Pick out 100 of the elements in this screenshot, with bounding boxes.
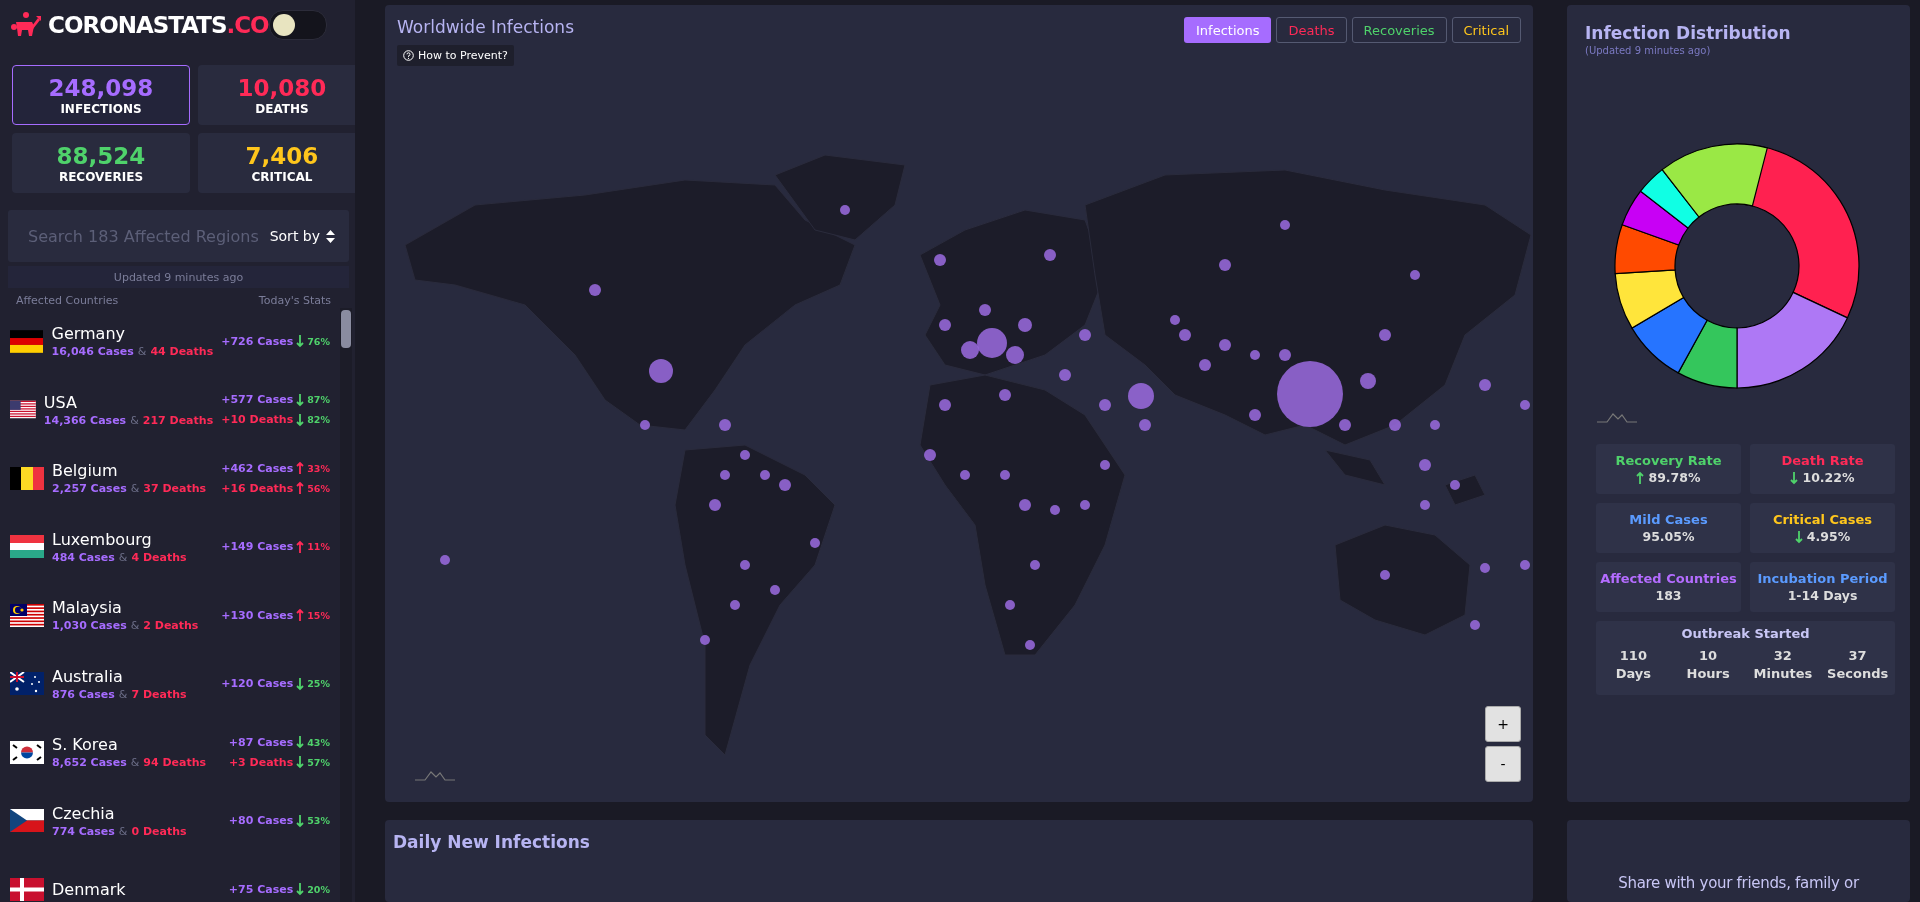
case-count: 774 Cases [52, 824, 115, 838]
donut-slice [1614, 269, 1685, 329]
death-count: 217 Deaths [142, 413, 214, 427]
search-field[interactable]: Search 183 Affected Regions [28, 226, 262, 246]
sort-button[interactable]: Sort by [269, 228, 335, 244]
country-name[interactable]: Belgium [52, 461, 214, 481]
country-name[interactable]: Luxembourg [52, 529, 214, 549]
death-count: 4 Deaths [131, 550, 187, 564]
tab[interactable]: Recoveries [1351, 17, 1447, 43]
stat-value: 248,098 [48, 74, 154, 102]
death-count: 94 Deaths [143, 756, 207, 770]
countdown-value: 32 [1773, 647, 1792, 665]
case-count: 8,652 Cases [52, 756, 127, 770]
metric-label: Incubation Period [1757, 571, 1888, 586]
sort-icon [326, 229, 335, 243]
theme-toggle[interactable] [269, 10, 327, 40]
wave-icon [415, 770, 455, 782]
change-percent: 76% [307, 335, 330, 347]
search-bar[interactable]: Search 183 Affected Regions Sort by [8, 210, 349, 262]
metric-value: 183 [1655, 588, 1682, 603]
stat-card[interactable]: 7,406 CRITICAL [198, 133, 355, 193]
case-count: 2,257 Cases [52, 482, 127, 496]
case-count: 484 Cases [52, 550, 115, 564]
tab[interactable]: Deaths [1276, 17, 1347, 43]
separator: & [130, 619, 140, 633]
share-text: Share with your friends, family or [1617, 874, 1861, 892]
country-name[interactable]: Denmark [52, 879, 221, 899]
change-percent: 20% [307, 883, 330, 895]
stat-value: 10,080 [237, 74, 327, 102]
new-deaths: +3 Deaths [228, 755, 294, 769]
death-count: 37 Deaths [143, 482, 207, 496]
column-header: Today's Stats [258, 294, 331, 307]
countdown-unit: Days [1615, 665, 1652, 683]
stat-label: CRITICAL [251, 170, 313, 184]
separator: & [130, 756, 140, 770]
new-deaths: +10 Deaths [221, 413, 294, 427]
change-percent: 53% [307, 815, 330, 827]
new-cases: +80 Cases [228, 814, 294, 828]
change-percent: 25% [307, 678, 330, 690]
metric-label: Affected Countries [1600, 571, 1737, 586]
country-name[interactable]: Germany [51, 324, 214, 344]
wave-icon [1597, 412, 1637, 424]
country-name[interactable]: USA [43, 392, 214, 412]
metric-value: 95.05% [1642, 529, 1695, 544]
countdown-value: 110 [1619, 647, 1647, 665]
scrollbar-thumb[interactable] [341, 310, 351, 348]
death-count: 2 Deaths [143, 619, 199, 633]
new-cases: +726 Cases [221, 334, 294, 348]
stat-label: INFECTIONS [60, 102, 142, 116]
separator: & [130, 482, 140, 496]
stat-card[interactable]: 10,080 DEATHS [198, 65, 355, 125]
new-cases: +462 Cases [221, 461, 294, 475]
stat-label: DEATHS [255, 102, 309, 116]
change-percent: 43% [307, 736, 330, 748]
tab[interactable]: Critical [1451, 17, 1521, 43]
stat-label: RECOVERIES [58, 170, 144, 184]
case-count: 876 Cases [52, 687, 115, 701]
update-notice: (Updated 9 minutes ago) [1585, 45, 1712, 56]
countdown-value: 10 [1699, 647, 1718, 665]
help-button[interactable]: How to Prevent? [397, 45, 514, 66]
new-deaths: +16 Deaths [221, 481, 294, 495]
new-cases: +87 Cases [228, 735, 294, 749]
case-count: 1,030 Cases [52, 619, 127, 633]
country-name[interactable]: S. Korea [52, 735, 221, 755]
panel-title: Worldwide Infections [397, 17, 574, 37]
separator: & [118, 824, 128, 838]
column-header: Affected Countries [16, 294, 119, 307]
country-name[interactable]: Czechia [52, 803, 221, 823]
separator: & [118, 687, 128, 701]
death-count: 0 Deaths [131, 824, 187, 838]
metric-label: Death Rate [1781, 453, 1864, 468]
panel-title: Infection Distribution [1585, 23, 1792, 43]
change-percent: 33% [307, 462, 330, 474]
stat-value: 7,406 [245, 142, 319, 170]
zoom-out-button[interactable]: - [1485, 746, 1521, 782]
stat-card[interactable]: 248,098 INFECTIONS [12, 65, 190, 125]
change-percent: 56% [307, 482, 330, 494]
donut-slice [1614, 224, 1680, 275]
metric-value: 89.78% [1648, 470, 1701, 485]
metric-label: Recovery Rate [1615, 453, 1722, 468]
metric-label: Critical Cases [1772, 512, 1873, 527]
new-cases: +577 Cases [221, 393, 294, 407]
country-name[interactable]: Malaysia [52, 598, 214, 618]
logo-text: CORONASTATS.CO [48, 12, 269, 38]
country-name[interactable]: Australia [52, 666, 214, 686]
change-percent: 82% [307, 414, 330, 426]
countdown-unit: Minutes [1753, 665, 1813, 683]
zoom-in-button[interactable]: + [1485, 706, 1521, 742]
outbreak-title: Outbreak Started [1681, 626, 1810, 641]
help-icon [403, 50, 414, 61]
change-percent: 57% [307, 756, 330, 768]
metric-value: 4.95% [1806, 529, 1851, 544]
change-percent: 11% [307, 541, 330, 553]
death-count: 44 Deaths [150, 345, 214, 359]
update-notice: Updated 9 minutes ago [8, 266, 349, 288]
new-cases: +130 Cases [221, 608, 294, 622]
case-count: 16,046 Cases [51, 345, 134, 359]
stat-card[interactable]: 88,524 RECOVERIES [12, 133, 190, 193]
new-cases: +149 Cases [221, 540, 294, 554]
change-percent: 15% [307, 609, 330, 621]
